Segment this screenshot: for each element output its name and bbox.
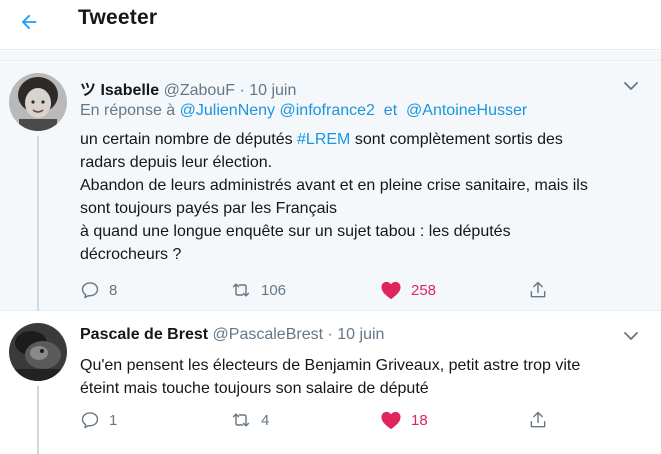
text-line: Abandon de leurs administrés avant et en… [80,177,588,194]
tweet-actions: 1 4 18 [80,408,560,432]
reply-button[interactable]: 1 [80,408,117,432]
text-line: radars depuis leur élection. [80,154,273,171]
tweet[interactable]: Pascale de Brest @PascaleBrest · 10 juin… [0,312,661,454]
avatar[interactable] [9,73,67,131]
hashtag-link[interactable]: #LREM [297,131,350,148]
chevron-down-icon[interactable] [621,328,641,344]
thread-line [37,386,39,454]
share-icon [530,411,546,428]
reply-prefix: En réponse à [80,102,176,119]
text-line: décrocheurs ? [80,246,182,263]
like-button[interactable]: 258 [380,278,436,302]
reply-context: En réponse à @JulienNeny @infofrance2 et… [80,102,527,120]
retweet-count: 4 [261,411,270,429]
tweet-text: Qu'en pensent les électeurs de Benjamin … [80,354,640,400]
share-button[interactable] [528,278,548,302]
tweet[interactable]: ツ Isabelle @ZabouF · 10 juin En réponse … [0,62,661,311]
reply-icon [81,282,99,299]
tweet-actions: 8 106 258 [80,278,560,302]
text-line: sont toujours payés par les Français [80,200,338,217]
section-gap [0,51,661,61]
top-bar: Tweeter [0,0,661,50]
reply-count: 8 [109,281,118,299]
tweet-date[interactable]: 10 juin [337,326,384,343]
reply-button[interactable]: 8 [80,278,117,302]
chevron-down-icon[interactable] [621,78,641,94]
text-segment: sont complètement sortis des [350,131,563,148]
mention-link[interactable]: @infofrance2 [280,102,375,119]
like-count: 258 [411,281,437,299]
user-handle[interactable]: @PascaleBrest [213,326,324,343]
reply-count: 1 [109,411,118,429]
text-segment: un certain nombre de députés [80,131,298,148]
retweet-button[interactable]: 4 [230,408,269,432]
retweet-count: 106 [261,281,287,299]
text-line: Qu'en pensent les électeurs de Benjamin … [80,357,581,374]
retweet-button[interactable]: 106 [230,278,286,302]
reply-icon [81,412,99,429]
tweet-header: ツ Isabelle @ZabouF · 10 juin [80,76,296,100]
user-handle[interactable]: @ZabouF [164,82,235,99]
separator-dot: · [239,82,245,99]
retweet-icon [232,283,250,297]
text-line: éteint mais touche toujours son salaire … [80,380,429,397]
like-button[interactable]: 18 [380,408,428,432]
share-button[interactable] [528,408,548,432]
mention-link[interactable]: @AntoineHusser [406,102,527,119]
page-title: Tweeter [78,6,158,29]
back-button[interactable] [12,5,46,39]
mention-link[interactable]: @JulienNeny [180,102,275,119]
mention-conjunction: et [383,102,398,119]
text-line: à quand une longue enquête sur un sujet … [80,223,511,240]
tweet-text: un certain nombre de députés #LREM sont … [80,128,640,266]
share-icon [530,281,546,298]
retweet-icon [232,413,250,427]
thread-line [37,136,39,311]
like-count: 18 [411,411,428,429]
avatar[interactable] [9,323,67,381]
heart-filled-icon [381,411,401,430]
heart-filled-icon [381,281,401,300]
tweet-date[interactable]: 10 juin [249,82,296,99]
separator-dot: · [327,326,333,343]
tweet-header: Pascale de Brest @PascaleBrest · 10 juin [80,326,384,344]
display-name[interactable]: Pascale de Brest [80,326,208,343]
arrow-left-icon [21,14,37,30]
display-name[interactable]: ツ Isabelle [80,82,159,99]
